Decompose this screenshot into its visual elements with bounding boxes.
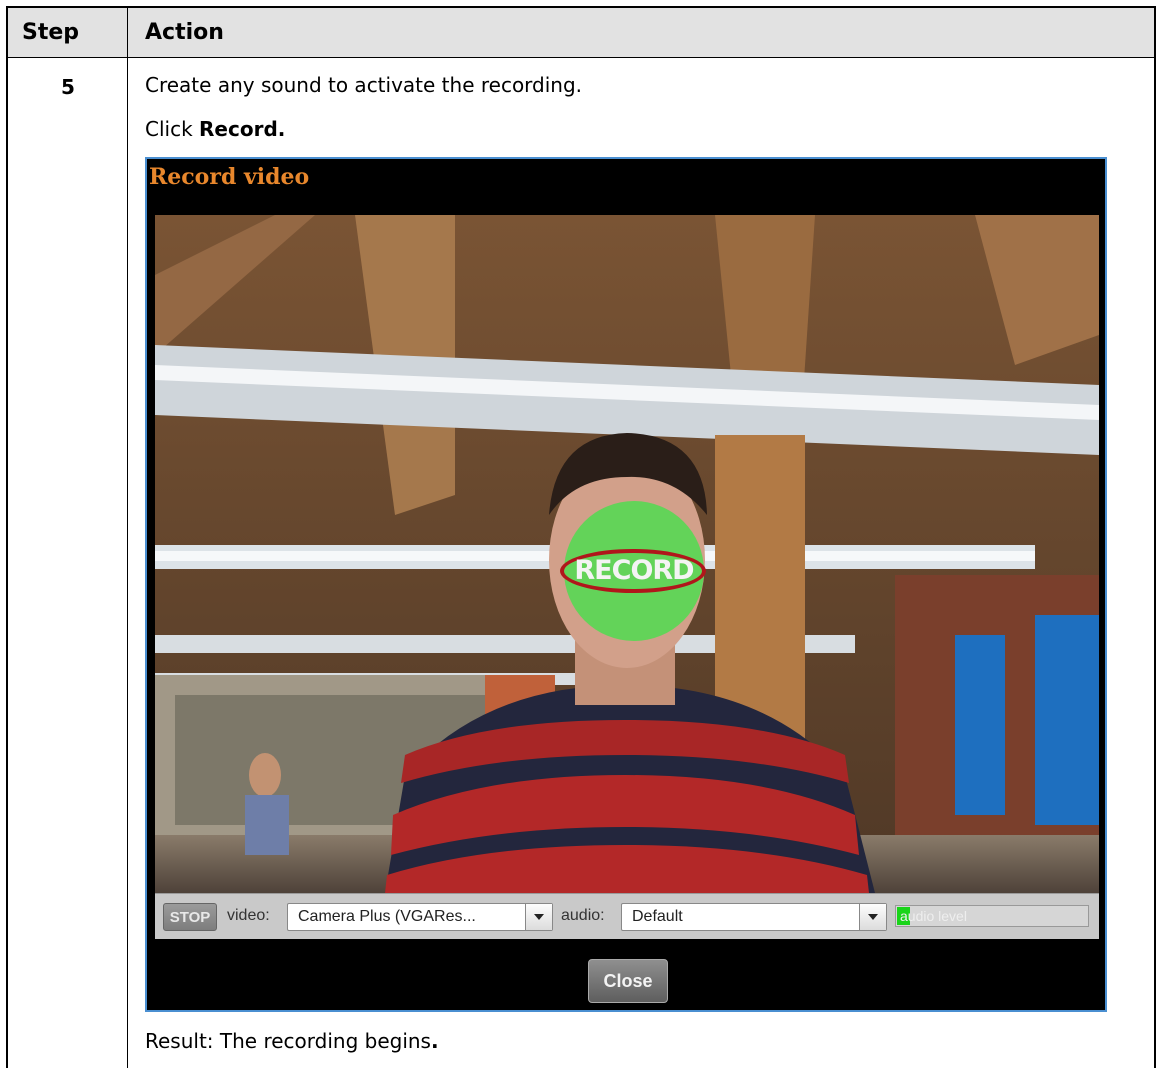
video-device-select[interactable]: Camera Plus (VGARes... (287, 903, 553, 931)
table-border-right (1154, 6, 1156, 1068)
stop-button[interactable]: STOP (163, 903, 217, 931)
record-video-title: Record video (149, 164, 310, 190)
table-column-divider (127, 6, 128, 1068)
video-device-value: Camera Plus (VGARes... (298, 908, 476, 925)
instruction-prefix: Click (145, 117, 200, 141)
result-line: Result: The recording begins. (145, 1029, 439, 1053)
chevron-down-icon[interactable] (859, 904, 886, 930)
record-button-label: RECORD (574, 555, 694, 586)
table-border-left (6, 6, 8, 1068)
table-border-top (7, 6, 1155, 8)
step-number: 5 (61, 75, 75, 99)
header-step: Step (22, 20, 80, 45)
video-preview: RECORD (155, 215, 1099, 893)
record-button[interactable]: RECORD (560, 501, 706, 641)
audio-device-select[interactable]: Default (621, 903, 887, 931)
record-video-window: Record video RECORD STOP video: Camera P… (145, 157, 1107, 1012)
audio-level-meter: audio level (895, 905, 1089, 927)
instruction-line-1: Create any sound to activate the recordi… (145, 73, 583, 97)
instruction-bold: Record. (199, 117, 286, 141)
result-text: Result: The recording begins (145, 1029, 431, 1053)
table-header-divider (7, 57, 1155, 58)
video-label: video: (227, 907, 270, 924)
recorder-controls-bar: STOP video: Camera Plus (VGARes... audio… (155, 893, 1099, 939)
audio-device-value: Default (632, 908, 683, 925)
header-action: Action (145, 20, 224, 45)
audio-level-label: audio level (900, 908, 967, 924)
instruction-line-2: Click Record. (145, 117, 285, 141)
close-button[interactable]: Close (588, 959, 668, 1003)
result-period: . (430, 1029, 439, 1053)
chevron-down-icon[interactable] (525, 904, 552, 930)
audio-label: audio: (561, 907, 605, 924)
